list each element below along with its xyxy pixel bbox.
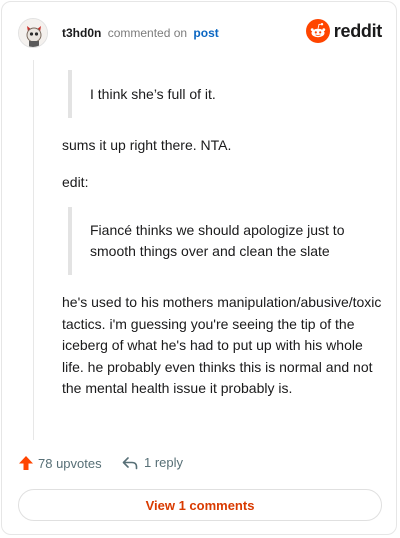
avatar-icon [19, 19, 47, 47]
comment-meta: t3hd0n commented on post [62, 26, 219, 40]
reply-count: 1 reply [144, 455, 184, 470]
upvote-count: 78 upvotes [38, 455, 102, 471]
view-comments-button[interactable]: View 1 comments [18, 489, 382, 521]
comment-action-text: commented on [107, 26, 188, 40]
upvote-button[interactable]: 78 upvotes [18, 455, 102, 471]
comment-actions: 78 upvotes 1 reply [18, 455, 382, 475]
reply-icon [122, 456, 138, 469]
comment-paragraph: edit: [62, 174, 89, 190]
user-avatar[interactable] [18, 18, 48, 48]
comment-paragraph: sums it up right there. NTA. [62, 137, 232, 153]
username-link[interactable]: t3hd0n [62, 26, 101, 40]
blockquote: Fiancé thinks we should apologize just t… [68, 207, 386, 275]
reply-button[interactable]: 1 reply [122, 455, 183, 470]
post-link[interactable]: post [193, 26, 218, 40]
reddit-brand[interactable]: reddit [305, 18, 383, 44]
reddit-wordmark: reddit [333, 20, 383, 41]
blockquote: I think she’s full of it. [68, 70, 390, 118]
comment-header: t3hd0n commented on post reddit [18, 18, 382, 50]
quote-text: I think she’s full of it. [90, 85, 216, 102]
quote-text: Fiancé thinks we should apologize just t… [90, 222, 345, 259]
reddit-logo-icon [305, 19, 330, 43]
upvote-arrow-icon [19, 456, 33, 470]
comment-paragraph: he's used to his mothers manipulation/ab… [62, 294, 382, 396]
thread-line[interactable] [33, 60, 34, 440]
